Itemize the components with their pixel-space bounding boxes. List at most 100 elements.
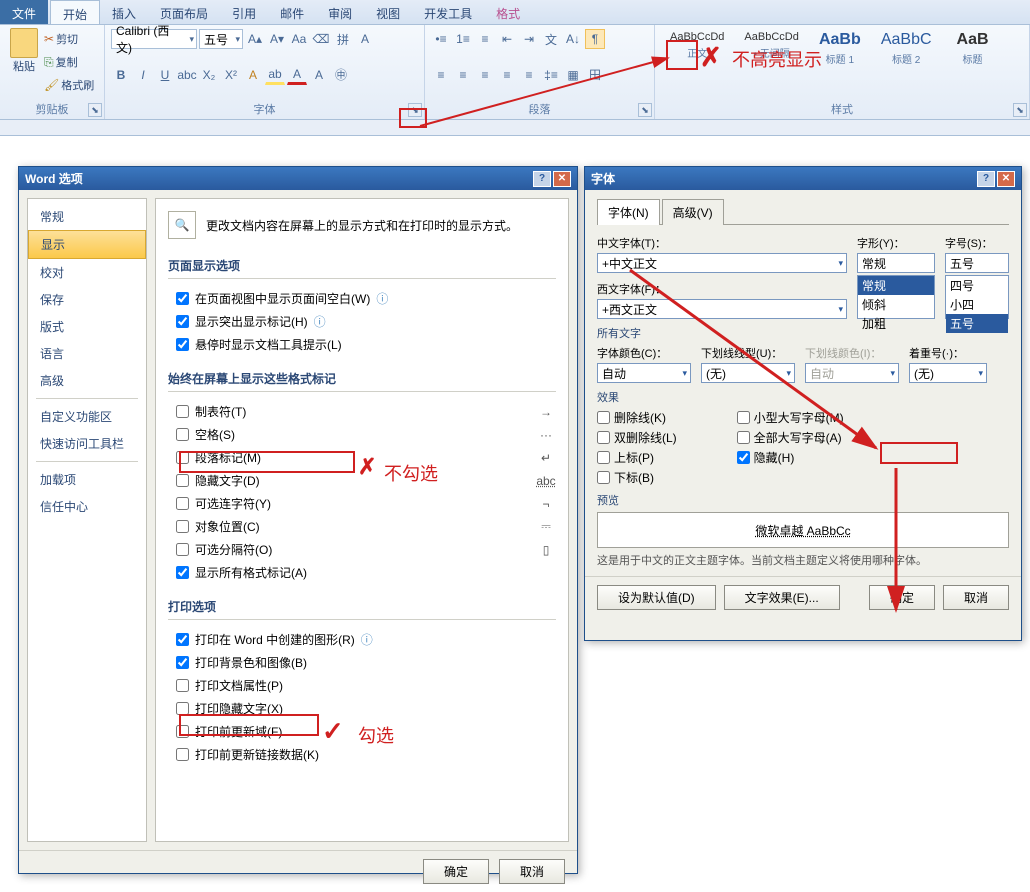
shading-icon[interactable]: ▦ xyxy=(563,65,583,85)
size-input[interactable] xyxy=(945,253,1009,273)
style-gallery[interactable]: AaBbCcDd正文 AaBbCcDd• 无间隔 AaBb标题 1 AaBbC标… xyxy=(661,28,1023,69)
tab-insert[interactable]: 插入 xyxy=(100,0,148,24)
nav-proof[interactable]: 校对 xyxy=(28,259,146,286)
font-family-combo[interactable]: Calibri (西文) xyxy=(111,29,197,49)
underline-icon[interactable]: U xyxy=(155,65,175,85)
char-border-icon[interactable]: A xyxy=(355,29,375,49)
asian-layout-icon[interactable]: 文 xyxy=(541,29,561,49)
set-default-button[interactable]: 设为默认值(D) xyxy=(597,585,716,610)
nav-layout[interactable]: 版式 xyxy=(28,313,146,340)
cut-button[interactable]: ✂剪切 xyxy=(44,28,94,50)
nav-save[interactable]: 保存 xyxy=(28,286,146,313)
tab-layout[interactable]: 页面布局 xyxy=(148,0,220,24)
check-opt-hyphen[interactable]: 可选连字符(Y)¬ xyxy=(168,492,556,515)
superscript-icon[interactable]: X² xyxy=(221,65,241,85)
font-color-icon[interactable]: A xyxy=(287,65,307,85)
fx-strike[interactable]: 删除线(K) xyxy=(597,409,677,426)
style-input[interactable] xyxy=(857,253,935,273)
tab-format[interactable]: 格式 xyxy=(484,0,532,24)
size-list[interactable]: 四号 小四 五号 xyxy=(945,275,1009,319)
check-highlight[interactable]: 显示突出显示标记(H)ⓘ xyxy=(168,310,556,333)
change-case-icon[interactable]: Aa xyxy=(289,29,309,49)
font-tab-advanced[interactable]: 高级(V) xyxy=(662,199,724,225)
color-combo[interactable]: 自动 xyxy=(597,363,691,383)
bullets-icon[interactable]: •≡ xyxy=(431,29,451,49)
format-painter-button[interactable]: 🖌格式刷 xyxy=(44,74,94,96)
check-print-hidden[interactable]: 打印隐藏文字(X) xyxy=(168,697,556,720)
char-shading-icon[interactable]: A xyxy=(309,65,329,85)
tab-view[interactable]: 视图 xyxy=(364,0,412,24)
fx-allcaps[interactable]: 全部大写字母(A) xyxy=(737,429,844,446)
styles-launcher[interactable]: ⬊ xyxy=(1013,103,1027,117)
fx-dblstrike[interactable]: 双删除线(L) xyxy=(597,429,677,446)
wn-font-combo[interactable]: +西文正文 xyxy=(597,299,847,319)
check-all-marks[interactable]: 显示所有格式标记(A) xyxy=(168,561,556,584)
grow-font-icon[interactable]: A▴ xyxy=(245,29,265,49)
nav-addins[interactable]: 加载项 xyxy=(28,466,146,493)
nav-qat[interactable]: 快速访问工具栏 xyxy=(28,430,146,457)
para-launcher[interactable]: ⬊ xyxy=(638,103,652,117)
align-right-icon[interactable]: ≡ xyxy=(475,65,495,85)
cn-font-combo[interactable]: +中文正文 xyxy=(597,253,847,273)
tab-review[interactable]: 审阅 xyxy=(316,0,364,24)
check-tabs[interactable]: 制表符(T)→ xyxy=(168,400,556,423)
nav-general[interactable]: 常规 xyxy=(28,203,146,230)
check-print-drawings[interactable]: 打印在 Word 中创建的图形(R)ⓘ xyxy=(168,628,556,651)
numbering-icon[interactable]: 1≡ xyxy=(453,29,473,49)
show-marks-icon[interactable]: ¶ xyxy=(585,29,605,49)
nav-display[interactable]: 显示 xyxy=(28,230,146,259)
help-icon[interactable]: ? xyxy=(533,171,551,187)
style-nospacing[interactable]: AaBbCcDd• 无间隔 xyxy=(735,28,807,69)
indent-icon[interactable]: ⇥ xyxy=(519,29,539,49)
fx-super[interactable]: 上标(P) xyxy=(597,449,677,466)
outdent-icon[interactable]: ⇤ xyxy=(497,29,517,49)
text-effect-icon[interactable]: A xyxy=(243,65,263,85)
fx-sub[interactable]: 下标(B) xyxy=(597,469,677,486)
enclose-icon[interactable]: ㊥ xyxy=(331,65,351,85)
highlight-icon[interactable]: ab xyxy=(265,65,285,85)
font-close-icon[interactable]: ✕ xyxy=(997,171,1015,187)
subscript-icon[interactable]: X₂ xyxy=(199,65,219,85)
font-ok-button[interactable]: 确定 xyxy=(869,585,935,610)
check-para-marks[interactable]: 段落标记(M)↵ xyxy=(168,446,556,469)
options-cancel-button[interactable]: 取消 xyxy=(499,859,565,884)
options-titlebar[interactable]: Word 选项 ? ✕ xyxy=(19,167,577,190)
nav-trust[interactable]: 信任中心 xyxy=(28,493,146,520)
pinyin-icon[interactable]: 拼 xyxy=(333,29,353,49)
font-size-combo[interactable]: 五号 xyxy=(199,29,243,49)
align-left-icon[interactable]: ≡ xyxy=(431,65,451,85)
align-center-icon[interactable]: ≡ xyxy=(453,65,473,85)
font-tab-font[interactable]: 字体(N) xyxy=(597,199,660,225)
close-icon[interactable]: ✕ xyxy=(553,171,571,187)
check-update-fields[interactable]: 打印前更新域(F) xyxy=(168,720,556,743)
tab-file[interactable]: 文件 xyxy=(0,0,48,24)
font-cancel-button[interactable]: 取消 xyxy=(943,585,1009,610)
bold-icon[interactable]: B xyxy=(111,65,131,85)
tab-ref[interactable]: 引用 xyxy=(220,0,268,24)
text-effects-button[interactable]: 文字效果(E)... xyxy=(724,585,840,610)
ul-combo[interactable]: (无) xyxy=(701,363,795,383)
fx-hidden[interactable]: 隐藏(H) xyxy=(737,449,844,466)
nav-custribbon[interactable]: 自定义功能区 xyxy=(28,403,146,430)
em-combo[interactable]: (无) xyxy=(909,363,987,383)
check-print-props[interactable]: 打印文档属性(P) xyxy=(168,674,556,697)
multilevel-icon[interactable]: ≡ xyxy=(475,29,495,49)
options-ok-button[interactable]: 确定 xyxy=(423,859,489,884)
check-tooltip[interactable]: 悬停时显示文档工具提示(L) xyxy=(168,333,556,356)
justify-icon[interactable]: ≡ xyxy=(497,65,517,85)
nav-adv[interactable]: 高级 xyxy=(28,367,146,394)
style-normal[interactable]: AaBbCcDd正文 xyxy=(661,28,733,69)
clipboard-launcher[interactable]: ⬊ xyxy=(88,103,102,117)
style-heading1[interactable]: AaBb标题 1 xyxy=(810,28,870,69)
copy-button[interactable]: ⎘复制 xyxy=(44,51,94,73)
font-titlebar[interactable]: 字体 ? ✕ xyxy=(585,167,1021,190)
check-spaces[interactable]: 空格(S)··· xyxy=(168,423,556,446)
shrink-font-icon[interactable]: A▾ xyxy=(267,29,287,49)
font-launcher[interactable]: ⬊ xyxy=(408,103,422,117)
tab-home[interactable]: 开始 xyxy=(50,0,100,24)
distribute-icon[interactable]: ≡ xyxy=(519,65,539,85)
fx-smallcaps[interactable]: 小型大写字母(M) xyxy=(737,409,844,426)
style-heading2[interactable]: AaBbC标题 2 xyxy=(872,28,941,69)
line-spacing-icon[interactable]: ‡≡ xyxy=(541,65,561,85)
font-help-icon[interactable]: ? xyxy=(977,171,995,187)
